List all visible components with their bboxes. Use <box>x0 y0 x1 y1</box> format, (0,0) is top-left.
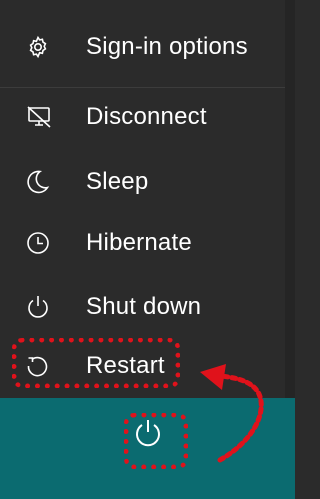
menu-item-disconnect[interactable]: Disconnect <box>0 91 285 143</box>
menu-item-sign-in-options[interactable]: Sign-in options <box>0 21 285 73</box>
menu-divider <box>0 87 285 88</box>
menu-item-label: Sign-in options <box>86 33 248 60</box>
restart-highlight-annotation <box>12 338 180 388</box>
disconnect-icon <box>26 103 66 131</box>
menu-item-sleep[interactable]: Sleep <box>0 156 285 208</box>
power-button-highlight-annotation <box>124 413 188 469</box>
menu-item-hibernate[interactable]: Hibernate <box>0 217 285 269</box>
menu-item-label: Sleep <box>86 168 149 195</box>
menu-item-label: Disconnect <box>86 103 207 130</box>
menu-item-label: Hibernate <box>86 229 192 256</box>
menu-item-label: Shut down <box>86 293 202 320</box>
gear-icon <box>26 33 66 61</box>
clock-icon <box>26 229 66 257</box>
menu-item-shut-down[interactable]: Shut down <box>0 281 285 333</box>
moon-icon <box>26 168 66 196</box>
scrollbar[interactable] <box>285 0 295 398</box>
power-icon <box>26 293 66 321</box>
